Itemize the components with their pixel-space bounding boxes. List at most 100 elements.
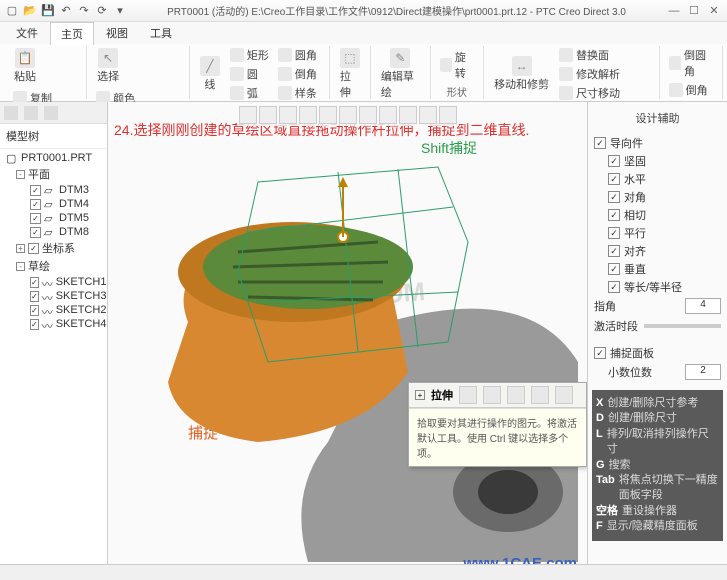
line-button[interactable]: ╱线: [196, 54, 224, 94]
tree-root[interactable]: ▢PRT0001.PRT: [2, 151, 105, 165]
window-title: PRT0001 (活动的) E:\Creo工作目录\工作文件\0912\Dire…: [131, 3, 662, 18]
extrude-button[interactable]: ⬚拉伸: [336, 46, 364, 102]
quick-access-toolbar: ▢ 📂 💾 ↶ ↷ ⟳ ▾: [4, 3, 128, 19]
model-tree-header: [0, 102, 107, 124]
csys-display-icon[interactable]: [439, 106, 457, 124]
revolve-button[interactable]: 旋转: [437, 48, 477, 82]
windows-icon[interactable]: ▾: [112, 3, 128, 19]
popup-btn4-icon[interactable]: [531, 386, 549, 404]
move-trim-button[interactable]: ↔移动和修剪: [490, 54, 553, 94]
datum-display-icon[interactable]: [379, 106, 397, 124]
point-display-icon[interactable]: [419, 106, 437, 124]
axis-display-icon[interactable]: [399, 106, 417, 124]
spin-icon[interactable]: [299, 106, 317, 124]
saved-views-icon[interactable]: [359, 106, 377, 124]
menubar: 文件 主页 视图 工具: [0, 22, 727, 44]
check-item[interactable]: ✓坚固: [608, 152, 721, 170]
ribbon-group-extrude: ⬚拉伸 拉伸: [330, 46, 371, 99]
ribbon: 📋粘贴 复制 剪贴板 ↖选择 颜色 几何规则 选择 ╱线 矩形 圆 弧 圆角 倒…: [0, 44, 727, 102]
ribbon-group-engineering: 倒圆角 倒角 拔模 工程: [660, 46, 723, 99]
arc-button[interactable]: 弧: [227, 84, 272, 102]
regen-icon[interactable]: ⟳: [94, 3, 110, 19]
tree-item[interactable]: ✓〰SKETCH3: [2, 289, 105, 303]
angle-label: 指角: [594, 298, 616, 314]
model-tree-body[interactable]: ▢PRT0001.PRT -平面 ✓▱DTM3 ✓▱DTM4 ✓▱DTM5 ✓▱…: [0, 149, 107, 580]
check-item[interactable]: ✓垂直: [608, 260, 721, 278]
display-style-icon[interactable]: [339, 106, 357, 124]
popup-hint: 拾取要对其进行操作的图元。将激活默认工具。使用 Ctrl 键以选择多个项。: [409, 408, 586, 466]
maximize-icon[interactable]: ☐: [685, 4, 703, 18]
replace-face-button[interactable]: 替换面: [556, 46, 623, 64]
tree-item[interactable]: ✓〰SKETCH2: [2, 303, 105, 317]
star-icon[interactable]: [44, 106, 58, 120]
check-item[interactable]: ✓相切: [608, 206, 721, 224]
popup-btn2-icon[interactable]: [483, 386, 501, 404]
tab-view[interactable]: 视图: [96, 22, 138, 44]
dim-move-button[interactable]: 尺寸移动: [556, 84, 623, 102]
extrude-popup: + 拉伸 拾取要对其进行操作的图元。将激活默认工具。使用 Ctrl 键以选择多个…: [408, 382, 587, 467]
tree-item[interactable]: ✓▱DTM4: [2, 197, 105, 211]
circle-button[interactable]: 圆: [227, 65, 272, 83]
paste-button[interactable]: 📋粘贴: [10, 46, 40, 86]
design-aid-panel: 设计辅助 ✓导向件 ✓坚固 ✓水平 ✓对角 ✓相切 ✓平行 ✓对齐 ✓垂直 ✓等…: [587, 102, 727, 580]
spline-button[interactable]: 样条: [275, 84, 320, 102]
zoom-out-icon[interactable]: [279, 106, 297, 124]
ribbon-group-clipboard: 📋粘贴 复制 剪贴板: [4, 46, 87, 99]
tree-item[interactable]: ✓〰SKETCH4: [2, 317, 105, 331]
delay-slider[interactable]: [644, 324, 721, 328]
minimize-icon[interactable]: —: [665, 4, 683, 18]
round-button[interactable]: 倒圆角: [666, 46, 716, 80]
model-geometry: [108, 142, 587, 572]
tab-home[interactable]: 主页: [50, 22, 94, 45]
paste-label: 粘贴: [14, 68, 36, 84]
new-icon[interactable]: ▢: [4, 3, 20, 19]
model-tree-panel: 模型树 ▢PRT0001.PRT -平面 ✓▱DTM3 ✓▱DTM4 ✓▱DTM…: [0, 102, 108, 580]
check-item[interactable]: ✓对齐: [608, 242, 721, 260]
tree-node-planes[interactable]: -平面: [2, 165, 105, 183]
titlebar: ▢ 📂 💾 ↶ ↷ ⟳ ▾ PRT0001 (活动的) E:\Creo工作目录\…: [0, 0, 727, 22]
chamfer2-button[interactable]: 倒角: [666, 81, 716, 99]
tree-item[interactable]: ✓▱DTM5: [2, 211, 105, 225]
tree-item[interactable]: ✓〰SKETCH1: [2, 275, 105, 289]
graphics-canvas[interactable]: 24.选择刚刚创建的草绘区域直接拖动操作杆拉伸，捕捉到二维直线. Shift捕捉…: [108, 102, 587, 580]
refit-icon[interactable]: [239, 106, 257, 124]
ribbon-group-shape: 旋转 形状: [431, 46, 484, 99]
pan-icon[interactable]: [319, 106, 337, 124]
zoom-in-icon[interactable]: [259, 106, 277, 124]
chamfer-button[interactable]: 倒角: [275, 65, 320, 83]
tree-node-sketches[interactable]: -草绘: [2, 257, 105, 275]
tree-item[interactable]: ✓▱DTM3: [2, 183, 105, 197]
fillet-button[interactable]: 圆角: [275, 46, 320, 64]
folder-icon[interactable]: [24, 106, 38, 120]
decimals-input[interactable]: 2: [685, 364, 721, 380]
popup-expand-icon[interactable]: +: [415, 390, 425, 400]
tree-item[interactable]: ✓▱DTM8: [2, 225, 105, 239]
popup-btn1-icon[interactable]: [459, 386, 477, 404]
redo-icon[interactable]: ↷: [76, 3, 92, 19]
rect-button[interactable]: 矩形: [227, 46, 272, 64]
check-item[interactable]: ✓水平: [608, 170, 721, 188]
tree-node-csys[interactable]: +✓坐标系: [2, 239, 105, 257]
select-button[interactable]: ↖选择: [93, 46, 123, 86]
close-icon[interactable]: ✕: [705, 4, 723, 18]
edit-sketch-button[interactable]: ✎编辑草绘: [377, 46, 424, 102]
ribbon-group-edit: ↔移动和修剪 替换面 修改解析 尺寸移动 编辑 移除 偏移 编辑: [484, 46, 660, 99]
popup-btn3-icon[interactable]: [507, 386, 525, 404]
angle-input[interactable]: 4: [685, 298, 721, 314]
popup-title: 拉伸: [431, 387, 453, 403]
save-icon[interactable]: 💾: [40, 3, 56, 19]
tab-file[interactable]: 文件: [6, 22, 48, 44]
check-item[interactable]: ✓等长/等半径: [608, 278, 721, 296]
tab-tools[interactable]: 工具: [140, 22, 182, 44]
statusbar: [0, 564, 727, 580]
check-item[interactable]: ✓对角: [608, 188, 721, 206]
guide-toggle[interactable]: ✓导向件: [594, 134, 721, 152]
decimals-label: 小数位数: [608, 364, 652, 380]
undo-icon[interactable]: ↶: [58, 3, 74, 19]
tree-icon[interactable]: [4, 106, 18, 120]
open-icon[interactable]: 📂: [22, 3, 38, 19]
modify-analytic-button[interactable]: 修改解析: [556, 65, 623, 83]
popup-btn5-icon[interactable]: [555, 386, 573, 404]
snap-panel-toggle[interactable]: ✓捕捉面板: [594, 344, 721, 362]
check-item[interactable]: ✓平行: [608, 224, 721, 242]
